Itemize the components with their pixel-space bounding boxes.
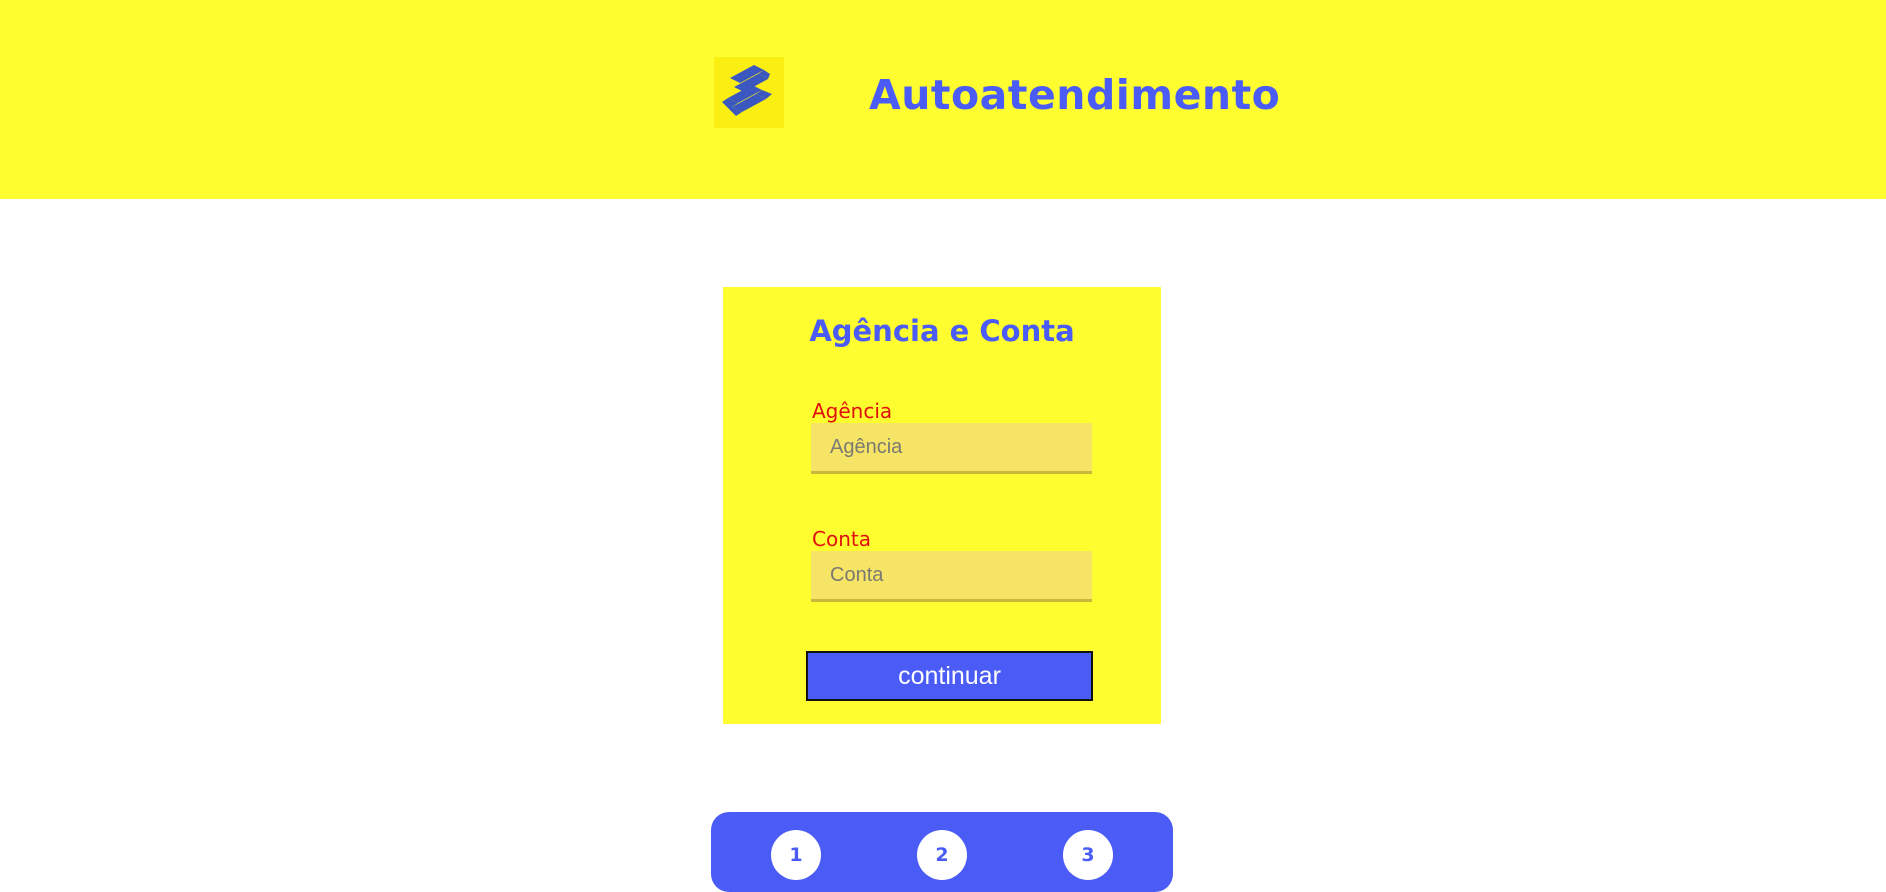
login-card: Agência e Conta Agência Conta continuar bbox=[723, 287, 1161, 724]
header-bar: Autoatendimento bbox=[0, 0, 1886, 199]
step-2[interactable]: 2 bbox=[917, 830, 967, 880]
conta-label: Conta bbox=[812, 527, 871, 551]
agencia-input[interactable] bbox=[811, 423, 1092, 474]
step-indicator: 1 2 3 bbox=[711, 812, 1173, 892]
form-title: Agência e Conta bbox=[809, 314, 1075, 348]
conta-input[interactable] bbox=[811, 551, 1092, 602]
continue-button[interactable]: continuar bbox=[806, 651, 1093, 701]
step-1[interactable]: 1 bbox=[771, 830, 821, 880]
step-3[interactable]: 3 bbox=[1063, 830, 1113, 880]
bank-logo-graphic bbox=[722, 65, 772, 116]
agencia-label: Agência bbox=[812, 399, 893, 423]
app-title: Autoatendimento bbox=[869, 71, 1281, 119]
bank-logo-icon bbox=[714, 57, 784, 128]
